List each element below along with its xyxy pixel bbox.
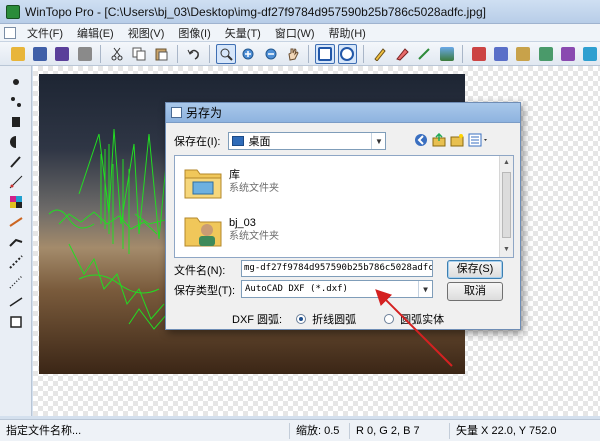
status-coords: 矢量 X 22.0, Y 752.0 (456, 424, 557, 437)
status-rgb: R 0, G 2, B 7 (350, 422, 450, 439)
status-zoom: 缩放: 0.5 (290, 422, 350, 439)
annotation-arrow (375, 289, 453, 367)
status-bar: 指定文件名称... 缩放: 0.5 R 0, G 2, B 7 矢量 X 22.… (0, 419, 600, 441)
status-hint: 指定文件名称... (0, 422, 290, 439)
